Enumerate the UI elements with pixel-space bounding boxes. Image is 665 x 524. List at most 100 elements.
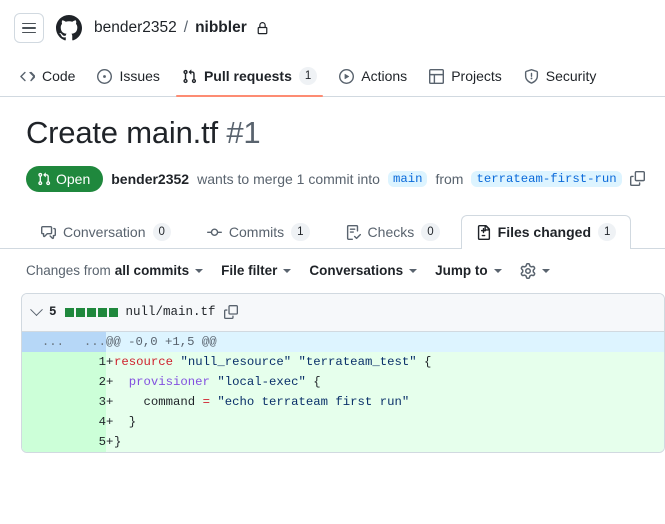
diff-line-code: +resource "null_resource" "terrateam_tes… [106, 351, 664, 372]
chevron-down-icon[interactable] [30, 302, 43, 316]
diff-line-new-number[interactable]: 5 [64, 431, 106, 452]
play-icon [339, 68, 355, 84]
chevron-down-icon [195, 268, 204, 273]
pull-request-header: Create main.tf #1 Open bender2352 wants … [0, 97, 665, 192]
checklist-icon [346, 224, 361, 240]
diff-line-old-number[interactable] [22, 391, 64, 412]
file-filter-dropdown[interactable]: File filter [221, 263, 292, 279]
diff-line-old-number[interactable] [22, 371, 64, 392]
conversations-dropdown[interactable]: Conversations [309, 263, 418, 278]
tab-checks[interactable]: Checks 0 [331, 215, 455, 249]
file-diff-container: 5 null/main.tf ... ... @@ -0,0 +1,5 @@ 1… [21, 292, 665, 453]
diff-line-row: 5 +} [22, 431, 664, 452]
changes-from-dropdown[interactable]: Changes from all commits [26, 263, 204, 279]
pull-request-tabs: Conversation 0 Commits 1 Checks 0 Files … [0, 209, 665, 250]
reponav-item-issues[interactable]: Issues [87, 56, 169, 96]
diff-line-old-number[interactable] [22, 351, 64, 372]
reponav-item-security[interactable]: Security [514, 56, 607, 96]
diff-line-new-number[interactable]: 1 [64, 351, 106, 372]
diff-line-code: + command = "echo terrateam first run" [106, 391, 664, 412]
diff-line-row: 4 + } [22, 411, 664, 432]
file-path[interactable]: null/main.tf [126, 305, 216, 319]
tab-files-changed[interactable]: Files changed 1 [460, 214, 632, 250]
reponav-label-actions: Actions [361, 68, 408, 84]
reponav-label-security: Security [545, 68, 597, 84]
diff-line-new-number[interactable]: 2 [64, 371, 106, 392]
lock-icon [256, 21, 269, 35]
diff-stat-block-added [75, 307, 85, 317]
diff-line-new-number[interactable]: 3 [64, 391, 106, 412]
reponav-label-pull-requests: Pull requests [203, 68, 292, 84]
tab-count-commits: 1 [291, 223, 310, 242]
diff-line-marker: + [106, 414, 114, 429]
code-token: "local-exec" [217, 374, 306, 389]
hunk-header-text: @@ -0,0 +1,5 @@ [106, 331, 664, 352]
tab-label-commits: Commits [228, 224, 285, 241]
jump-to-dropdown[interactable]: Jump to [435, 263, 502, 278]
git-pull-request-icon [37, 172, 51, 186]
base-branch-chip[interactable]: main [387, 170, 428, 187]
diff-line-marker: + [106, 354, 114, 369]
copy-branch-icon[interactable] [629, 171, 645, 187]
breadcrumb-repo[interactable]: nibbler [195, 19, 247, 37]
reponav-label-code: Code [42, 68, 76, 84]
pr-author[interactable]: bender2352 [111, 171, 189, 187]
diff-stat-block-added [86, 307, 96, 317]
pr-merge-text: wants to merge 1 commit into [197, 170, 380, 187]
diff-hunk-header-row: ... ... @@ -0,0 +1,5 @@ [22, 331, 664, 352]
reponav-label-issues: Issues [119, 68, 160, 84]
status-badge: Open [26, 165, 104, 192]
reponav-item-actions[interactable]: Actions [329, 56, 417, 96]
reponav-item-projects[interactable]: Projects [419, 56, 512, 96]
tab-label-checks: Checks [367, 224, 415, 241]
issue-opened-icon [97, 68, 113, 84]
code-token: { [305, 374, 321, 389]
diff-line-marker: + [106, 434, 114, 449]
code-token: command [114, 394, 203, 409]
code-token: "terrateam_test" [298, 354, 417, 369]
hunk-old-gutter[interactable]: ... [22, 331, 64, 352]
table-icon [429, 68, 445, 84]
code-token: } [114, 434, 122, 449]
tab-count-conversation: 0 [152, 223, 171, 242]
hunk-new-gutter[interactable]: ... [64, 331, 106, 352]
reponav-item-pull-requests[interactable]: Pull requests 1 [172, 56, 327, 97]
file-changes-count: 5 [49, 305, 57, 320]
code-token: { [416, 354, 432, 369]
hamburger-menu-icon[interactable] [14, 13, 44, 43]
diff-stat-blocks [64, 307, 118, 317]
diff-body: ... ... @@ -0,0 +1,5 @@ 1 +resource "null… [22, 331, 664, 452]
breadcrumb-owner[interactable]: bender2352 [94, 19, 177, 37]
code-token: resource [114, 354, 174, 369]
diff-settings-dropdown[interactable] [520, 262, 550, 279]
diff-line-new-number[interactable]: 4 [64, 411, 106, 432]
changes-from-value: all commits [114, 263, 190, 279]
tab-label-conversation: Conversation [63, 224, 146, 241]
copy-path-icon[interactable] [223, 305, 238, 320]
tab-conversation[interactable]: Conversation 0 [26, 215, 186, 249]
pr-from-text: from [435, 170, 464, 187]
tab-commits[interactable]: Commits 1 [192, 215, 325, 249]
github-logo-icon[interactable] [54, 13, 84, 43]
diff-stat-block-added [108, 307, 118, 317]
diff-line-code: + provisioner "local-exec" { [106, 371, 664, 392]
reponav-item-code[interactable]: Code [10, 56, 85, 96]
git-pull-request-icon [182, 69, 197, 84]
diff-line-marker: + [106, 374, 114, 389]
diff-line-code: +} [106, 431, 664, 452]
reponav-count-pull-requests: 1 [298, 67, 318, 85]
tab-count-checks: 0 [421, 223, 440, 242]
reponav-label-projects: Projects [451, 68, 502, 84]
chevron-down-icon [409, 268, 418, 273]
code-token: provisioner [128, 374, 210, 389]
git-commit-icon [206, 225, 222, 240]
diff-line-marker: + [106, 394, 114, 409]
file-filter-label: File filter [221, 263, 278, 279]
tab-label-files-changed: Files changed [497, 224, 591, 241]
file-diff-icon [476, 224, 491, 240]
head-branch-chip[interactable]: terrateam-first-run [471, 170, 622, 187]
diff-line-old-number[interactable] [22, 411, 64, 432]
diff-line-old-number[interactable] [22, 431, 64, 452]
diff-stat-block-added [97, 307, 107, 317]
diff-stat-block-added [64, 307, 74, 317]
